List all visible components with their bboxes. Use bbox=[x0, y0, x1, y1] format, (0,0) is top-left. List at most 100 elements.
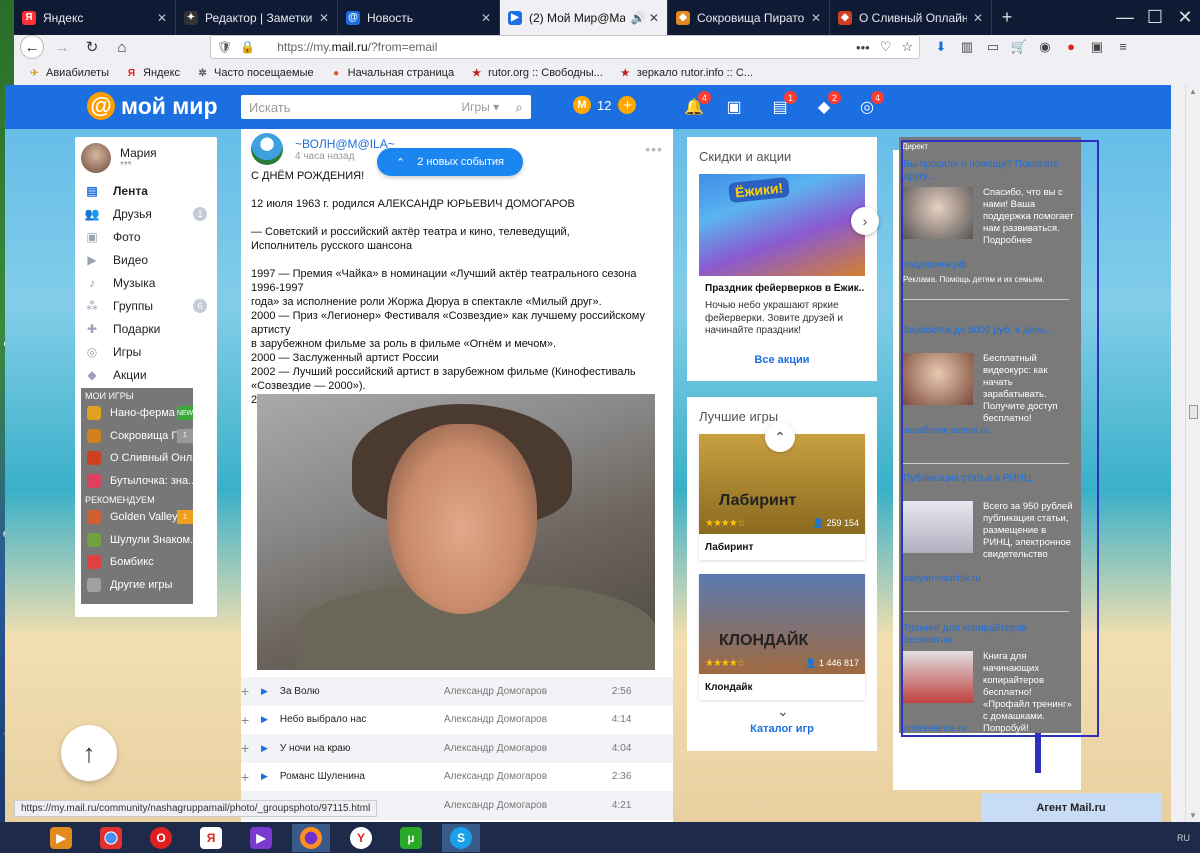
sidebar-item-1[interactable]: 👥 Друзья 1 bbox=[75, 202, 217, 225]
promo-image[interactable]: Ёжики! bbox=[699, 174, 865, 276]
game-image[interactable]: Лабиринт ★★★★☆ 👤 259 154 ⌃ bbox=[699, 422, 865, 534]
home-button[interactable]: ⌂ bbox=[110, 35, 134, 59]
sidebar-item-0[interactable]: ▤ Лента bbox=[75, 179, 217, 202]
chat-icon[interactable]: ▤ 1 bbox=[769, 91, 797, 117]
bell-icon[interactable]: 🔔 4 bbox=[683, 91, 711, 117]
taskbar-chrome-icon[interactable] bbox=[92, 824, 130, 852]
messages-icon[interactable]: ▣ bbox=[723, 97, 745, 117]
all-deals-link[interactable]: Все акции bbox=[687, 354, 877, 366]
chevron-down-icon[interactable]: ⌄ bbox=[777, 703, 789, 720]
library-icon[interactable]: ▥ bbox=[954, 39, 980, 55]
bookmark-3[interactable]: ● Начальная страница bbox=[330, 67, 454, 80]
app-item[interactable]: Нано-ферма NEW bbox=[81, 402, 193, 425]
close-icon[interactable]: ✕ bbox=[157, 11, 167, 25]
account-icon[interactable]: ◉ bbox=[1032, 39, 1058, 55]
language-indicator[interactable]: RU bbox=[1177, 833, 1190, 843]
agent-mailru-button[interactable]: Агент Mail.ru bbox=[981, 793, 1161, 822]
tag-icon[interactable]: ◆ 2 bbox=[813, 91, 841, 117]
cart-icon[interactable]: 🛒 bbox=[1006, 39, 1032, 55]
close-icon[interactable]: ✕ bbox=[811, 11, 821, 25]
profile-name[interactable]: Мария bbox=[120, 146, 157, 160]
add-coins-button[interactable]: + bbox=[618, 96, 637, 114]
app-item[interactable]: О Сливный Онлайн bbox=[81, 447, 193, 470]
avatar[interactable] bbox=[81, 143, 111, 173]
post-photo[interactable] bbox=[257, 394, 655, 670]
page-scrollbar[interactable]: ▲ ▼ bbox=[1185, 85, 1200, 822]
sidebar-item-6[interactable]: ✚ Подарки bbox=[75, 317, 217, 340]
track-row[interactable]: ▶ За Волю Александр Домогаров +2:56 bbox=[241, 677, 673, 706]
chevron-right-icon[interactable]: › bbox=[851, 207, 879, 235]
reload-button[interactable]: ↻ bbox=[80, 35, 104, 59]
game-image[interactable]: КЛОНДАЙК ★★★★☆ 👤 1 446 817 bbox=[699, 574, 865, 674]
adblock-icon[interactable]: ● bbox=[1058, 39, 1084, 55]
minimize-button[interactable]: — bbox=[1110, 0, 1140, 35]
track-artist[interactable]: Александр Домогаров bbox=[444, 714, 612, 725]
app-item[interactable]: Другие игры bbox=[81, 574, 193, 597]
bookmark-5[interactable]: ★ зеркало rutor.info :: С... bbox=[619, 67, 753, 80]
sidebar-item-2[interactable]: ▣ Фото bbox=[75, 225, 217, 248]
downloads-icon[interactable]: ⬇ bbox=[928, 39, 954, 55]
new-tab-button[interactable]: + bbox=[992, 0, 1022, 35]
games-catalog-link[interactable]: Каталог игр bbox=[687, 723, 877, 735]
extension-icon[interactable]: ▣ bbox=[1084, 39, 1110, 55]
taskbar-yandexbrowser-icon[interactable]: Y bbox=[342, 824, 380, 852]
app-item[interactable]: Бомбикс bbox=[81, 551, 193, 574]
sidebar-item-8[interactable]: ◆ Акции bbox=[75, 363, 217, 386]
taskbar-media-icon[interactable]: ▶ bbox=[42, 824, 80, 852]
url-bar[interactable]: 🛡 🔒 https://my.mail.ru/?from=email ••• ♡… bbox=[210, 35, 920, 59]
search-input[interactable]: Искать Игры ▾ ⌕ bbox=[241, 95, 531, 119]
track-artist[interactable]: Александр Домогаров bbox=[444, 800, 612, 811]
chevron-up-icon[interactable]: ⌃ bbox=[765, 422, 795, 452]
tab-1[interactable]: ✦ Редактор | Заметки назнач ✕ bbox=[176, 0, 338, 35]
taskbar-vs-icon[interactable]: ▶ bbox=[242, 824, 280, 852]
new-events-button[interactable]: ⌃ 2 новых события bbox=[377, 148, 523, 176]
track-artist[interactable]: Александр Домогаров bbox=[444, 771, 612, 782]
maximize-button[interactable]: ☐ bbox=[1140, 0, 1170, 35]
mymir-logo[interactable]: @ мой мир bbox=[87, 92, 218, 120]
app-item[interactable]: Шулули Знаком... bbox=[81, 529, 193, 552]
sidebar-item-7[interactable]: ◎ Игры bbox=[75, 340, 217, 363]
add-icon[interactable]: + bbox=[241, 683, 423, 699]
app-item[interactable]: Бутылочка: зна... bbox=[81, 470, 193, 493]
game-card[interactable]: КЛОНДАЙК ★★★★☆ 👤 1 446 817 Клондайк bbox=[699, 574, 865, 700]
author-avatar[interactable] bbox=[251, 133, 283, 165]
forward-button[interactable]: → bbox=[50, 35, 74, 59]
tab-0[interactable]: Я Яндекс ✕ bbox=[14, 0, 176, 35]
menu-icon[interactable]: ≡ bbox=[1110, 39, 1136, 55]
close-icon[interactable]: ✕ bbox=[319, 11, 329, 25]
add-icon[interactable]: + bbox=[241, 769, 423, 785]
tab-2[interactable]: @ Новость ✕ bbox=[338, 0, 500, 35]
gamepad-icon[interactable]: ◎ 4 bbox=[856, 91, 884, 117]
sidebar-item-3[interactable]: ▶ Видео bbox=[75, 248, 217, 271]
game-name[interactable]: Лабиринт bbox=[699, 534, 865, 561]
pocket-icon[interactable]: ♡ bbox=[880, 39, 892, 55]
post-menu-icon[interactable]: ••• bbox=[645, 141, 663, 157]
track-artist[interactable]: Александр Домогаров bbox=[444, 743, 612, 754]
taskbar-firefox-icon[interactable] bbox=[292, 823, 330, 852]
sidebar-item-5[interactable]: ⁂ Группы 6 bbox=[75, 294, 217, 317]
close-window-button[interactable]: ✕ bbox=[1170, 0, 1200, 35]
app-item[interactable]: Golden Valley 1 bbox=[81, 506, 193, 529]
tab-3[interactable]: ▶ (2) Мой Мир@Mail.Ru 🔊 ✕ bbox=[500, 0, 668, 35]
bookmark-1[interactable]: Я Яндекс bbox=[125, 67, 180, 80]
track-row[interactable]: ▶ Небо выбрало нас Александр Домогаров +4:1… bbox=[241, 706, 673, 735]
add-icon[interactable]: + bbox=[241, 712, 423, 728]
tab-4[interactable]: ◆ Сокровища Пиратов - П ✕ bbox=[668, 0, 830, 35]
close-icon[interactable]: 🔊 ✕ bbox=[631, 11, 659, 25]
profile-block[interactable]: Мария *** bbox=[75, 137, 217, 179]
taskbar-opera-icon[interactable]: O bbox=[142, 824, 180, 852]
taskbar-yandex-icon[interactable]: Я bbox=[192, 824, 230, 852]
tab-5[interactable]: ◆ О Сливный Оплайн - При ✕ bbox=[830, 0, 992, 35]
scroll-top-button[interactable]: ↑ bbox=[61, 725, 117, 781]
bookmark-4[interactable]: ★ rutor.org :: Свободны... bbox=[470, 67, 603, 80]
bookmark-star-icon[interactable]: ☆ bbox=[901, 39, 913, 55]
search-scope-select[interactable]: Игры ▾ bbox=[461, 100, 499, 114]
page-actions-icon[interactable]: ••• bbox=[856, 40, 870, 55]
add-icon[interactable]: + bbox=[241, 740, 423, 756]
coins-balance[interactable]: M 12 + bbox=[573, 96, 637, 114]
taskbar-utorrent-icon[interactable]: µ bbox=[392, 824, 430, 852]
sidebar-icon[interactable]: ▭ bbox=[980, 39, 1006, 55]
bookmark-2[interactable]: ✲ Часто посещаемые bbox=[196, 67, 313, 80]
game-name[interactable]: Клондайк bbox=[699, 674, 865, 701]
search-icon[interactable]: ⌕ bbox=[515, 99, 523, 116]
